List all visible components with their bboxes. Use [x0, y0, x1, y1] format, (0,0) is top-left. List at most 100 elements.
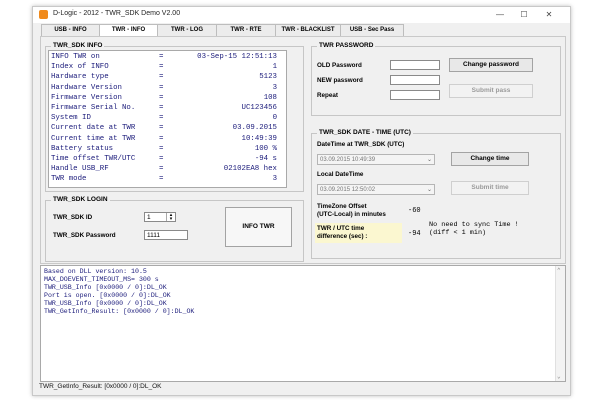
twr-datetime-picker[interactable]: 03.09.2015 10:49:39 ⌄: [317, 154, 435, 165]
tab-usb-info[interactable]: USB - INFO: [41, 24, 100, 36]
log-line: MAX_DOEVENT_TIMEOUT_MS= 300 s: [44, 276, 159, 283]
timezone-offset-value: -60: [408, 207, 421, 215]
submit-time-button[interactable]: Submit time: [451, 181, 529, 195]
log-output[interactable]: Based on DLL version: 10.5 MAX_DOEVENT_T…: [40, 265, 566, 382]
timezone-offset-unit-label: (UTC-Local) in minutes: [317, 211, 386, 218]
twr-datetime-label: DateTime at TWR_SDK (UTC): [317, 141, 405, 148]
window-title: D-Logic - 2012 - TWR_SDK Demo V2.00: [53, 10, 181, 17]
minimize-button[interactable]: —: [493, 9, 507, 20]
log-line: Based on DLL version: 10.5: [44, 268, 147, 275]
info-separator: =: [159, 175, 164, 184]
tab-content: TWR_SDK INFO INFO TWR on = 03-Sep-15 12:51…: [40, 36, 566, 264]
info-row: Hardware type = 5123: [51, 73, 281, 82]
info-separator: =: [159, 104, 164, 112]
info-separator: =: [159, 93, 164, 102]
info-value: 03-Sep-15 12:51:13: [197, 53, 277, 61]
info-twr-button[interactable]: INFO TWR: [225, 207, 292, 247]
spin-updown-icon[interactable]: ▴ ▾: [166, 213, 175, 222]
info-separator: =: [159, 114, 164, 123]
info-separator: =: [159, 155, 164, 163]
log-line: Port is open. [0x0000 / 0]:DL_OK: [44, 292, 171, 299]
info-row: TWR mode = 3: [51, 175, 281, 184]
close-button[interactable]: ✕: [542, 9, 556, 20]
time-difference-unit-label: difference (sec) :: [317, 233, 368, 240]
info-row: Handle USB_RF = 02102EA8 hex: [51, 165, 281, 174]
info-value: 3: [272, 83, 277, 92]
main-window: D-Logic - 2012 - TWR_SDK Demo V2.00 — ☐ …: [32, 6, 571, 396]
info-key: System ID: [51, 114, 91, 123]
info-key: Handle USB_RF: [51, 165, 109, 174]
log-scrollbar[interactable]: ⌃ ⌄: [555, 266, 565, 381]
info-value: 03.09.2015: [232, 124, 277, 133]
tab-usb-sec-pass[interactable]: USB - Sec Pass: [340, 24, 404, 36]
info-value: 100 %: [254, 144, 277, 153]
time-difference-label: TWR / UTC time: [317, 225, 365, 232]
tab-twr-rte[interactable]: TWR - RTE: [216, 24, 276, 36]
tab-twr-blacklist[interactable]: TWR - BLACKLIST: [275, 24, 341, 36]
submit-pass-button[interactable]: Submit pass: [449, 84, 533, 98]
app-logo-icon: [39, 10, 48, 19]
timezone-offset-label: TimeZone Offset: [317, 203, 367, 210]
info-row: Firmware Serial No. = UC123456: [51, 104, 281, 113]
info-row: Time offset TWR/UTC = -94 s: [51, 155, 281, 164]
twr-sdk-password-input[interactable]: 1111: [144, 230, 188, 240]
sync-message-detail: (diff < 1 min): [429, 229, 487, 237]
info-value: 02102EA8 hex: [223, 165, 277, 174]
scroll-down-icon[interactable]: ⌄: [557, 373, 561, 380]
tab-twr-log[interactable]: TWR - LOG: [157, 24, 217, 36]
info-separator: =: [159, 144, 164, 153]
info-value: 3: [272, 175, 277, 184]
info-value: UC123456: [241, 104, 277, 112]
info-key: Current date at TWR: [51, 124, 136, 133]
info-key: TWR mode: [51, 175, 87, 184]
login-group-title: TWR_SDK LOGIN: [51, 196, 110, 203]
old-password-input[interactable]: [390, 60, 440, 70]
info-row: Hardware Version = 3: [51, 84, 281, 93]
local-datetime-value: 03.09.2015 12:50:02: [320, 187, 376, 193]
local-datetime-label: Local DateTime: [317, 171, 364, 178]
info-separator: =: [159, 124, 164, 133]
status-bar: TWR_GetInfo_Result: [0x0000 / 0]:DL_OK: [39, 383, 162, 390]
twr-sdk-password-label: TWR_SDK Password: [53, 232, 116, 239]
change-time-button[interactable]: Change time: [451, 152, 529, 166]
info-row: INFO TWR on = 03-Sep-15 12:51:13: [51, 53, 281, 62]
info-row: Current time at TWR = 10:49:39: [51, 135, 281, 144]
log-line: TWR_USB_Info [0x0000 / 0]:DL_OK: [44, 284, 167, 291]
new-password-input[interactable]: [390, 75, 440, 85]
info-row: Battery status = 100 %: [51, 145, 281, 154]
sync-message: No need to sync Time !: [429, 221, 519, 229]
chevron-down-icon[interactable]: ⌄: [427, 155, 432, 166]
scroll-up-icon[interactable]: ⌃: [557, 267, 561, 274]
info-key: INFO TWR on: [51, 53, 100, 61]
local-datetime-picker[interactable]: 03.09.2015 12:50:02 ⌄: [317, 184, 435, 195]
info-separator: =: [159, 165, 164, 174]
log-line: TWR_GetInfo_Result: [0x0000 / 0]:DL_OK: [44, 308, 195, 315]
twr-datetime-value: 03.09.2015 10:49:39: [320, 157, 376, 163]
change-password-button[interactable]: Change password: [449, 58, 533, 72]
repeat-password-input[interactable]: [390, 90, 440, 100]
info-separator: =: [159, 134, 164, 143]
maximize-button[interactable]: ☐: [517, 9, 531, 20]
info-separator: =: [159, 53, 164, 61]
info-value: 0: [272, 114, 277, 123]
datetime-group-title: TWR_SDK DATE - TIME (UTC): [317, 129, 413, 136]
twr-sdk-id-label: TWR_SDK ID: [53, 214, 93, 221]
twr-sdk-id-input[interactable]: 1 ▴ ▾: [144, 212, 176, 222]
info-value: 5123: [259, 73, 277, 82]
info-key: Hardware Version: [51, 83, 122, 92]
info-list: INFO TWR on = 03-Sep-15 12:51:13 Index of I…: [48, 50, 287, 188]
chevron-down-icon[interactable]: ⌄: [427, 185, 432, 196]
info-row: Index of INFO = 1: [51, 63, 281, 72]
info-key: Battery status: [51, 144, 114, 153]
info-key: Time offset TWR/UTC: [51, 155, 136, 163]
info-row: Firmware Version = 108: [51, 94, 281, 103]
info-row: System ID = 0: [51, 114, 281, 123]
old-password-label: OLD Password: [317, 62, 362, 69]
info-key: Firmware Version: [51, 93, 122, 102]
log-line: TWR_USB_Info [0x0000 / 0]:DL_OK: [44, 300, 167, 307]
info-key: Index of INFO: [51, 63, 109, 72]
info-value: 10:49:39: [241, 134, 277, 143]
title-bar: D-Logic - 2012 - TWR_SDK Demo V2.00 — ☐ …: [33, 7, 570, 23]
new-password-label: NEW password: [317, 77, 363, 84]
info-key: Hardware type: [51, 73, 109, 82]
